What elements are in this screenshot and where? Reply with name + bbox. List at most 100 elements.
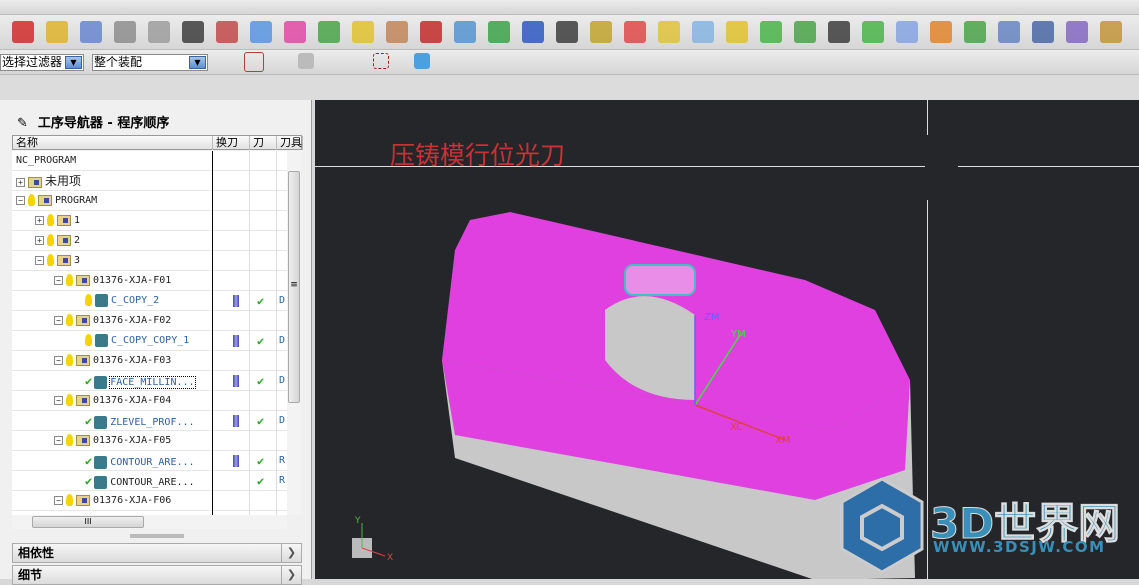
tree-row[interactable]: +1 bbox=[12, 211, 287, 231]
tree-row[interactable]: NC_PROGRAM bbox=[12, 151, 287, 171]
chevron-down-icon[interactable]: ❯ bbox=[281, 566, 301, 584]
tree-row[interactable]: ✔ FACE_MILLIN... ✔ D bbox=[12, 371, 287, 391]
toolbar-tool-icon[interactable] bbox=[556, 21, 578, 43]
bulb-icon bbox=[28, 194, 35, 206]
toolbar-tool-icon[interactable] bbox=[590, 21, 612, 43]
collapse-icon[interactable]: − bbox=[54, 355, 63, 365]
tree-row[interactable]: − 01376-XJA-F05 bbox=[12, 431, 287, 451]
scrollbar-thumb[interactable]: III bbox=[32, 516, 144, 528]
folder-icon bbox=[38, 194, 52, 206]
bulb-icon bbox=[66, 314, 73, 326]
tree-node: NC_PROGRAM bbox=[16, 151, 76, 171]
expand-icon[interactable]: + bbox=[16, 177, 25, 187]
column-tool[interactable]: 刀具 bbox=[277, 136, 303, 150]
path-status-icon: ✔ bbox=[257, 454, 265, 468]
toolbar-tool-icon[interactable] bbox=[80, 21, 102, 43]
toolbar-tool-icon[interactable] bbox=[420, 21, 442, 43]
toolbar-tool-icon[interactable] bbox=[522, 21, 544, 43]
toolbar-tool-icon[interactable] bbox=[726, 21, 748, 43]
view-icon[interactable] bbox=[298, 53, 314, 69]
toolbar-tool-icon[interactable] bbox=[692, 21, 714, 43]
tree-row[interactable]: −3 bbox=[12, 251, 287, 271]
toolbar-tool-icon[interactable] bbox=[182, 21, 204, 43]
toolbar-tool-icon[interactable] bbox=[1032, 21, 1054, 43]
toolbar-tool-icon[interactable] bbox=[624, 21, 646, 43]
column-name[interactable]: 名称 bbox=[13, 136, 213, 150]
assembly-scope-select[interactable]: 整个装配 ▼ bbox=[92, 54, 208, 71]
toolbar-tool-icon[interactable] bbox=[386, 21, 408, 43]
tool-cell: R bbox=[279, 455, 286, 466]
tree-row[interactable]: − 01376-XJA-F01 bbox=[12, 271, 287, 291]
collapse-icon[interactable]: − bbox=[54, 275, 63, 285]
node-label: 3 bbox=[74, 255, 81, 266]
toolbar-tool-icon[interactable] bbox=[318, 21, 340, 43]
expand-icon[interactable]: + bbox=[35, 215, 44, 225]
column-path[interactable]: 刀 bbox=[250, 136, 277, 150]
details-section[interactable]: 细节 ❯ bbox=[12, 565, 302, 585]
node-label: 01376-XJA-F05 bbox=[93, 435, 172, 446]
toolbar-tool-icon[interactable] bbox=[964, 21, 986, 43]
toolbar-tool-icon[interactable] bbox=[454, 21, 476, 43]
toolbar-tool-icon[interactable] bbox=[284, 21, 306, 43]
toolbar-tool-icon[interactable] bbox=[998, 21, 1020, 43]
triad-x-label: X bbox=[387, 553, 393, 563]
toolbar-tool-icon[interactable] bbox=[1100, 21, 1122, 43]
tree-row[interactable]: ✔ CONTOUR_ARE... ✔ R bbox=[12, 451, 287, 471]
toolbar-tool-icon[interactable] bbox=[760, 21, 782, 43]
collapse-icon[interactable]: − bbox=[54, 395, 63, 405]
toolbar-tool-icon[interactable] bbox=[794, 21, 816, 43]
bulb-icon bbox=[47, 254, 54, 266]
toolbar-tool-icon[interactable] bbox=[658, 21, 680, 43]
toolbar-tool-icon[interactable] bbox=[1066, 21, 1088, 43]
vertical-scrollbar[interactable]: ≡ bbox=[287, 151, 301, 515]
tree-row[interactable]: − 01376-XJA-F04 bbox=[12, 391, 287, 411]
snap-point-icon[interactable] bbox=[244, 52, 264, 72]
tree-node: − 01376-XJA-F03 bbox=[54, 351, 171, 371]
rectangle-select-icon[interactable] bbox=[373, 53, 389, 69]
toolbar-tool-icon[interactable] bbox=[896, 21, 918, 43]
toolbar-tool-icon[interactable] bbox=[148, 21, 170, 43]
horizontal-scrollbar[interactable]: III bbox=[12, 515, 287, 529]
toolbar-tool-icon[interactable] bbox=[46, 21, 68, 43]
pin-icon[interactable]: ✎ bbox=[17, 116, 28, 131]
collapse-icon[interactable]: − bbox=[16, 195, 25, 205]
scrollbar-thumb[interactable]: ≡ bbox=[288, 171, 300, 403]
operation-icon bbox=[94, 375, 108, 389]
collapse-icon[interactable]: − bbox=[54, 315, 63, 325]
operation-tree: NC_PROGRAM + 未用项 − PROGRAM +1 +2−3−01376-XJA-F… bbox=[12, 151, 287, 515]
collapse-icon[interactable]: − bbox=[54, 495, 63, 505]
cube-view-icon[interactable] bbox=[414, 53, 430, 69]
toolbar-tool-icon[interactable] bbox=[114, 21, 136, 43]
toolbar-tool-icon[interactable] bbox=[250, 21, 272, 43]
selection-filter-select[interactable]: 选择过滤器 ▼ bbox=[0, 54, 84, 71]
collapse-icon[interactable]: − bbox=[54, 435, 63, 445]
graphics-viewport[interactable]: 压铸模行位光刀 XC XM YM ZM Y X 3D世界网 WWW.3DSJW.… bbox=[315, 100, 1139, 579]
column-tool-change[interactable]: 换刀 bbox=[213, 136, 250, 150]
tree-row[interactable]: − 01376-XJA-F02 bbox=[12, 311, 287, 331]
tree-row[interactable]: C_COPY_2 ✔ D bbox=[12, 291, 287, 311]
toolbar-tool-icon[interactable] bbox=[862, 21, 884, 43]
tree-row[interactable]: + 未用项 bbox=[12, 171, 287, 191]
tree-row[interactable]: − 01376-XJA-F03 bbox=[12, 351, 287, 371]
toolbar-tool-icon[interactable] bbox=[352, 21, 374, 43]
tree-row[interactable]: ✔ CONTOUR_ARE... ✔ R bbox=[12, 471, 287, 491]
operation-icon bbox=[95, 333, 108, 347]
toolbar-tool-icon[interactable] bbox=[216, 21, 238, 43]
tree-row[interactable]: ✔ ZLEVEL_PROF... ✔ D bbox=[12, 411, 287, 431]
expand-icon[interactable]: + bbox=[35, 235, 44, 245]
check-icon: ✔ bbox=[85, 414, 93, 428]
collapse-icon[interactable]: − bbox=[35, 255, 44, 265]
tree-row[interactable]: − 01376-XJA-F06 bbox=[12, 491, 287, 511]
toolbar-tool-icon[interactable] bbox=[828, 21, 850, 43]
splitter-handle[interactable] bbox=[130, 534, 184, 538]
tree-row[interactable]: +2 bbox=[12, 231, 287, 251]
tree-row[interactable]: − PROGRAM bbox=[12, 191, 287, 211]
chevron-down-icon[interactable]: ❯ bbox=[281, 544, 301, 562]
toolbar-tool-icon[interactable] bbox=[12, 21, 34, 43]
dependencies-section[interactable]: 相依性 ❯ bbox=[12, 543, 302, 563]
toolbar-tool-icon[interactable] bbox=[488, 21, 510, 43]
tool-cell: D bbox=[279, 415, 286, 426]
axis-label-zm: ZM bbox=[704, 312, 719, 323]
tree-row[interactable]: C_COPY_COPY_1 ✔ D bbox=[12, 331, 287, 351]
toolbar-tool-icon[interactable] bbox=[930, 21, 952, 43]
